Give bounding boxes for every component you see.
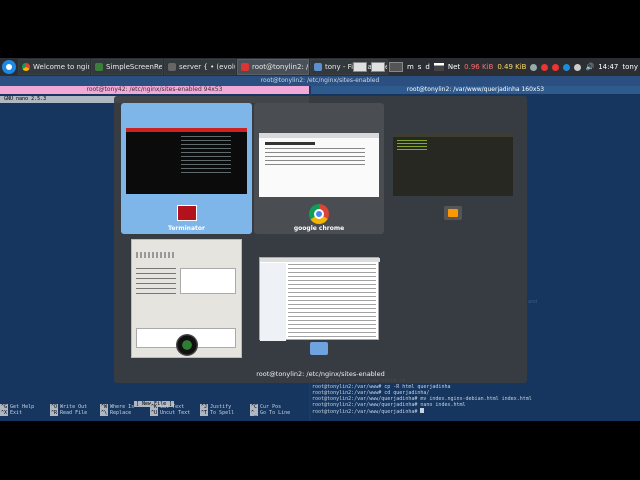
nano-shortcut: ^X Exit xyxy=(0,410,23,416)
workspace-2[interactable] xyxy=(370,62,385,72)
left-pane-title: root@tony42: /etc/nginx/sites-enabled 94… xyxy=(0,86,309,94)
dropbox-icon[interactable] xyxy=(530,63,538,71)
nano-shortcut: ^\ Replace xyxy=(100,410,132,416)
tray-d[interactable]: d xyxy=(425,63,429,71)
switcher-item-screen-recorder[interactable] xyxy=(121,236,252,361)
letterbox-top xyxy=(0,0,640,58)
workspace-3[interactable] xyxy=(388,62,403,72)
switcher-label: google chrome xyxy=(293,225,345,232)
window-title: root@tonylin2: /etc/nginx/sites-enabled xyxy=(0,76,640,86)
task-label: root@tonylin2: /e... xyxy=(252,63,309,71)
net-label: Net xyxy=(447,63,461,71)
nano-shortcut: ^T To Spell xyxy=(200,410,235,416)
switcher-item-sublime[interactable] xyxy=(386,103,521,234)
nano-shortcut-row: ^X Exit ^R Read File ^\ Replace ^U Uncut Tex… xyxy=(0,410,309,416)
letterbox-bottom xyxy=(0,421,640,480)
file-manager-preview xyxy=(259,257,380,341)
task-terminator[interactable]: root@tonylin2: /e... xyxy=(237,59,309,75)
switcher-label: Terminator xyxy=(168,225,205,232)
system-tray: m s d Net 0.96 KiB 0.49 KiB 🔊 14:47 tony xyxy=(351,58,640,76)
terminator-icon xyxy=(177,205,197,221)
terminal-line: root@tonylin2:/var/www/querjadinha# xyxy=(312,408,640,415)
task-label: SimpleScreenRec... xyxy=(106,63,163,71)
task-label: server { • (evolu... xyxy=(179,63,235,71)
chrome-preview xyxy=(259,133,379,197)
terminal-icon xyxy=(168,63,176,71)
upload-speed: 0.49 KiB xyxy=(497,63,527,71)
switcher-caption: root@tonylin2: /etc/nginx/sites-enabled xyxy=(256,370,385,378)
nano-shortcut: ^_ Go To Line xyxy=(250,410,291,416)
text-cursor xyxy=(420,408,425,413)
task-chrome[interactable]: Welcome to ngin... xyxy=(18,59,90,75)
record-icon[interactable] xyxy=(541,63,549,71)
tray-m[interactable]: m xyxy=(407,63,414,71)
task-editor[interactable]: server { • (evolu... xyxy=(164,59,236,75)
right-pane-title: root@tonylin2: /var/www/querjadinha 160x… xyxy=(311,86,640,94)
nano-shortcut: ^R Read File xyxy=(50,410,88,416)
task-label: Welcome to ngin... xyxy=(33,63,89,71)
nano-shortcuts: ^G Get Help ^O Write Out ^W Where Is ^K Cut … xyxy=(0,404,309,416)
user-name[interactable]: tony xyxy=(622,63,638,71)
workspace-1[interactable] xyxy=(352,62,367,72)
download-speed: 0.96 KiB xyxy=(464,63,494,71)
switcher-item-file-manager[interactable] xyxy=(254,236,384,361)
power-icon[interactable] xyxy=(574,63,582,71)
nano-shortcut: ^U Uncut Text xyxy=(150,410,191,416)
volume-icon[interactable]: 🔊 xyxy=(585,63,594,71)
app-menu-icon xyxy=(6,64,12,70)
start-menu-button[interactable] xyxy=(2,60,16,74)
folder-icon xyxy=(314,63,322,71)
switcher-item-terminator[interactable]: Terminator xyxy=(121,103,252,234)
terminator-icon xyxy=(241,63,249,71)
taskbar: Welcome to ngin... SimpleScreenRec... se… xyxy=(0,58,640,76)
sublime-preview xyxy=(393,134,513,196)
chrome-icon xyxy=(309,204,329,224)
switcher-item-chrome[interactable]: google chrome xyxy=(254,103,384,234)
chrome-icon xyxy=(22,63,30,71)
stop-icon[interactable] xyxy=(552,63,560,71)
file-manager-icon xyxy=(310,342,328,355)
terminator-preview xyxy=(126,128,247,194)
window-switcher: Terminator google chrome root@tonylin2: … xyxy=(114,96,527,383)
right-terminal-output: root@tonylin2:/var/www/html# cd .. root@… xyxy=(312,378,640,415)
sublime-text-icon xyxy=(444,206,462,220)
tray-s[interactable]: s xyxy=(418,63,422,71)
terminal-prompt: root@tonylin2:/var/www/querjadinha# xyxy=(312,409,421,415)
screen-recorder-icon xyxy=(95,63,103,71)
clock[interactable]: 14:47 xyxy=(598,63,618,71)
skype-icon[interactable] xyxy=(563,63,571,71)
network-monitor-icon xyxy=(433,63,444,71)
screen-recorder-icon xyxy=(176,334,198,356)
task-screen-recorder[interactable]: SimpleScreenRec... xyxy=(91,59,163,75)
